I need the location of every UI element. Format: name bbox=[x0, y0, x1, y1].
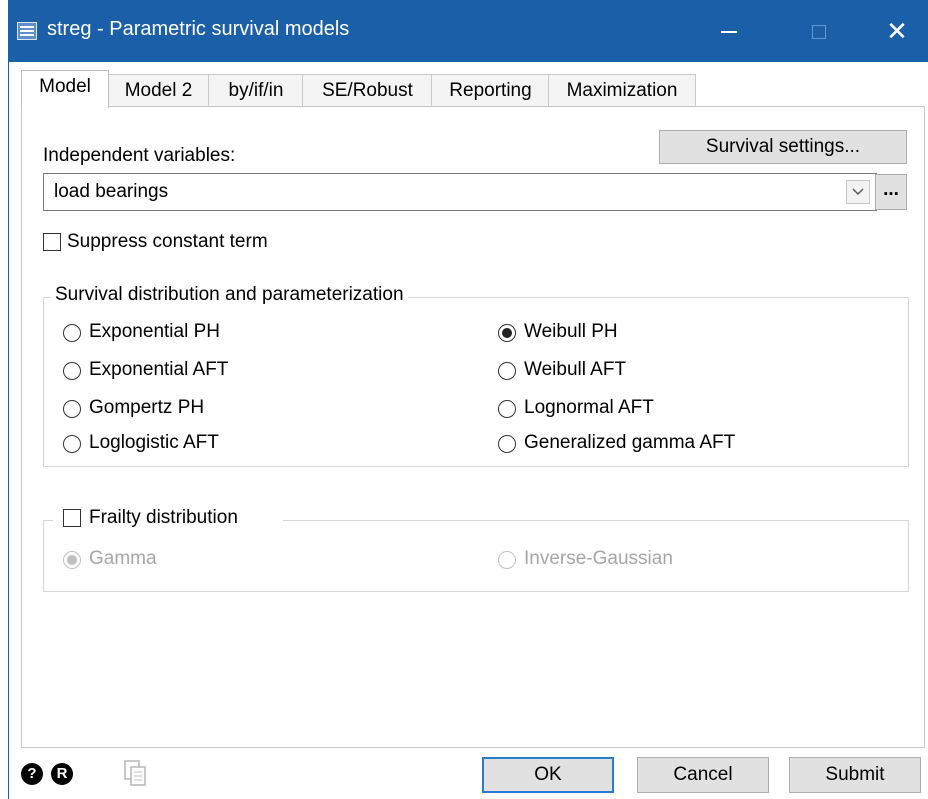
generalized-gamma-aft-label: Generalized gamma AFT bbox=[524, 432, 736, 453]
tab-by-if-in[interactable]: by/if/in bbox=[208, 74, 304, 107]
copy-icon[interactable] bbox=[123, 759, 149, 793]
chevron-down-icon[interactable] bbox=[846, 180, 870, 204]
radio-gamma bbox=[63, 551, 81, 569]
weibull-ph-label: Weibull PH bbox=[524, 321, 618, 342]
cancel-button[interactable]: Cancel bbox=[637, 757, 769, 793]
survival-settings-button[interactable]: Survival settings... bbox=[659, 130, 907, 164]
tab-maximization[interactable]: Maximization bbox=[548, 74, 696, 107]
independent-variables-value: load bearings bbox=[54, 181, 169, 202]
radio-gompertz-ph[interactable] bbox=[63, 400, 81, 418]
distribution-group-label: Survival distribution and parameterizati… bbox=[51, 284, 408, 306]
gamma-label: Gamma bbox=[89, 548, 157, 569]
title-bar: streg - Parametric survival models ✕ bbox=[9, 0, 928, 62]
independent-variables-combo[interactable]: load bearings bbox=[43, 173, 877, 211]
loglogistic-aft-label: Loglogistic AFT bbox=[89, 432, 219, 453]
weibull-aft-label: Weibull AFT bbox=[524, 359, 627, 380]
independent-variables-label: Independent variables: bbox=[43, 145, 236, 166]
exponential-aft-label: Exponential AFT bbox=[89, 359, 229, 380]
reset-icon[interactable]: R bbox=[51, 763, 73, 785]
browse-variables-button[interactable]: ... bbox=[875, 174, 907, 210]
radio-inverse-gaussian bbox=[498, 551, 516, 569]
suppress-constant-checkbox[interactable] bbox=[43, 233, 61, 251]
tab-model[interactable]: Model bbox=[21, 70, 109, 108]
radio-exponential-ph[interactable] bbox=[63, 324, 81, 342]
tab-model-2[interactable]: Model 2 bbox=[107, 74, 210, 107]
gompertz-ph-label: Gompertz PH bbox=[89, 397, 205, 418]
exponential-ph-label: Exponential PH bbox=[89, 321, 220, 342]
submit-button[interactable]: Submit bbox=[789, 757, 921, 793]
frailty-label: Frailty distribution bbox=[89, 507, 238, 528]
ok-button[interactable]: OK bbox=[482, 757, 614, 793]
minimize-icon[interactable] bbox=[699, 0, 759, 62]
window-title: streg - Parametric survival models bbox=[47, 18, 350, 40]
radio-weibull-aft[interactable] bbox=[498, 362, 516, 380]
help-icon[interactable]: ? bbox=[21, 763, 43, 785]
suppress-constant-label: Suppress constant term bbox=[67, 231, 268, 252]
frailty-checkbox[interactable] bbox=[63, 509, 81, 527]
tab-se-robust[interactable]: SE/Robust bbox=[302, 74, 433, 107]
inverse-gaussian-label: Inverse-Gaussian bbox=[524, 548, 673, 569]
radio-weibull-ph[interactable] bbox=[498, 324, 516, 342]
radio-loglogistic-aft[interactable] bbox=[63, 435, 81, 453]
radio-generalized-gamma-aft[interactable] bbox=[498, 435, 516, 453]
radio-exponential-aft[interactable] bbox=[63, 362, 81, 380]
app-icon bbox=[17, 22, 37, 40]
lognormal-aft-label: Lognormal AFT bbox=[524, 397, 654, 418]
maximize-icon bbox=[789, 0, 849, 62]
dialog-window: streg - Parametric survival models ✕ Mod… bbox=[8, 0, 928, 799]
close-icon[interactable]: ✕ bbox=[867, 0, 927, 62]
tab-reporting[interactable]: Reporting bbox=[431, 74, 550, 107]
radio-lognormal-aft[interactable] bbox=[498, 400, 516, 418]
